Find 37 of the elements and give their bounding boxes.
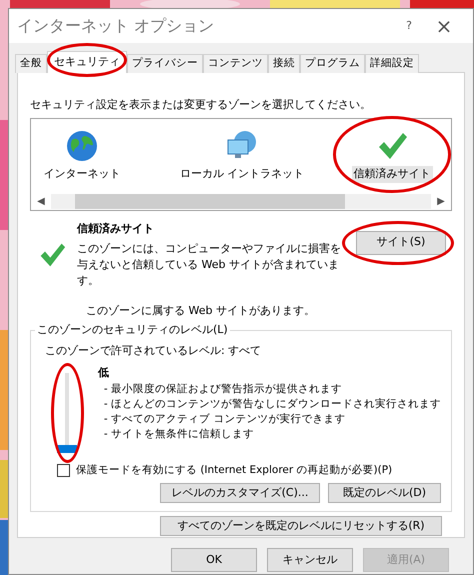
level-detail: - すべてのアクティブ コンテンツが実行できます: [104, 412, 346, 426]
close-button[interactable]: ×: [429, 11, 459, 41]
scroll-left-icon[interactable]: ◀: [31, 194, 51, 208]
sites-note: このゾーンに属する Web サイトがあります。: [86, 303, 316, 319]
level-name: 低: [98, 365, 110, 381]
allowed-level-text: このゾーンで許可されているレベル: すべて: [45, 342, 262, 358]
slider-track[interactable]: [57, 373, 78, 453]
tab[interactable]: 接続: [268, 54, 300, 73]
checkbox-label: 保護モードを有効にする (Internet Explorer の再起動が必要)(P): [76, 463, 392, 478]
zone-item[interactable]: 信頼済みサイト: [352, 166, 432, 182]
level-detail: - ほとんどのコンテンツが警告なしにダウンロードされ実行されます: [104, 396, 441, 412]
checkmark-icon: [38, 240, 66, 268]
scrollbar-thumb[interactable]: [75, 194, 345, 208]
zone-item[interactable]: インターネット: [42, 166, 122, 182]
tab[interactable]: 詳細設定: [365, 54, 419, 73]
scroll-right-icon[interactable]: ▶: [431, 194, 451, 208]
globe-icon: [66, 130, 98, 162]
reset-zones-button[interactable]: すべてのゾーンを既定のレベルにリセットする(R): [160, 516, 442, 536]
tab[interactable]: プライバシー: [127, 54, 203, 73]
tab[interactable]: 全般: [15, 54, 47, 73]
dialog-button[interactable]: キャンセル: [267, 548, 353, 572]
tab[interactable]: セキュリティ: [47, 51, 127, 73]
sites-button[interactable]: サイト(S): [356, 230, 446, 254]
tab[interactable]: コンテンツ: [203, 54, 268, 73]
zone-title: 信頼済みサイト: [77, 220, 155, 236]
instruction-text: セキュリティ設定を表示または変更するゾーンを選択してください。: [30, 97, 372, 113]
custom-level-button[interactable]: レベルのカスタマイズ(C)...: [160, 482, 320, 503]
zone-description: このゾーンには、コンピューターやファイルに損害を与えないと信頼している Web サイトが含まれています。: [77, 241, 342, 289]
default-level-button[interactable]: 既定のレベル(D): [328, 482, 441, 503]
help-button[interactable]: ?: [389, 18, 429, 34]
level-detail: - サイトを無条件に信頼します: [104, 426, 255, 442]
checkbox[interactable]: [57, 464, 70, 478]
level-detail: - 最小限度の保証および警告指示が提供されます: [104, 382, 343, 396]
dialog-button[interactable]: OK: [171, 548, 257, 572]
tab[interactable]: プログラム: [300, 54, 365, 73]
window-title: インターネット オプション: [17, 15, 216, 37]
zone-item[interactable]: ローカル イントラネット: [178, 166, 306, 182]
